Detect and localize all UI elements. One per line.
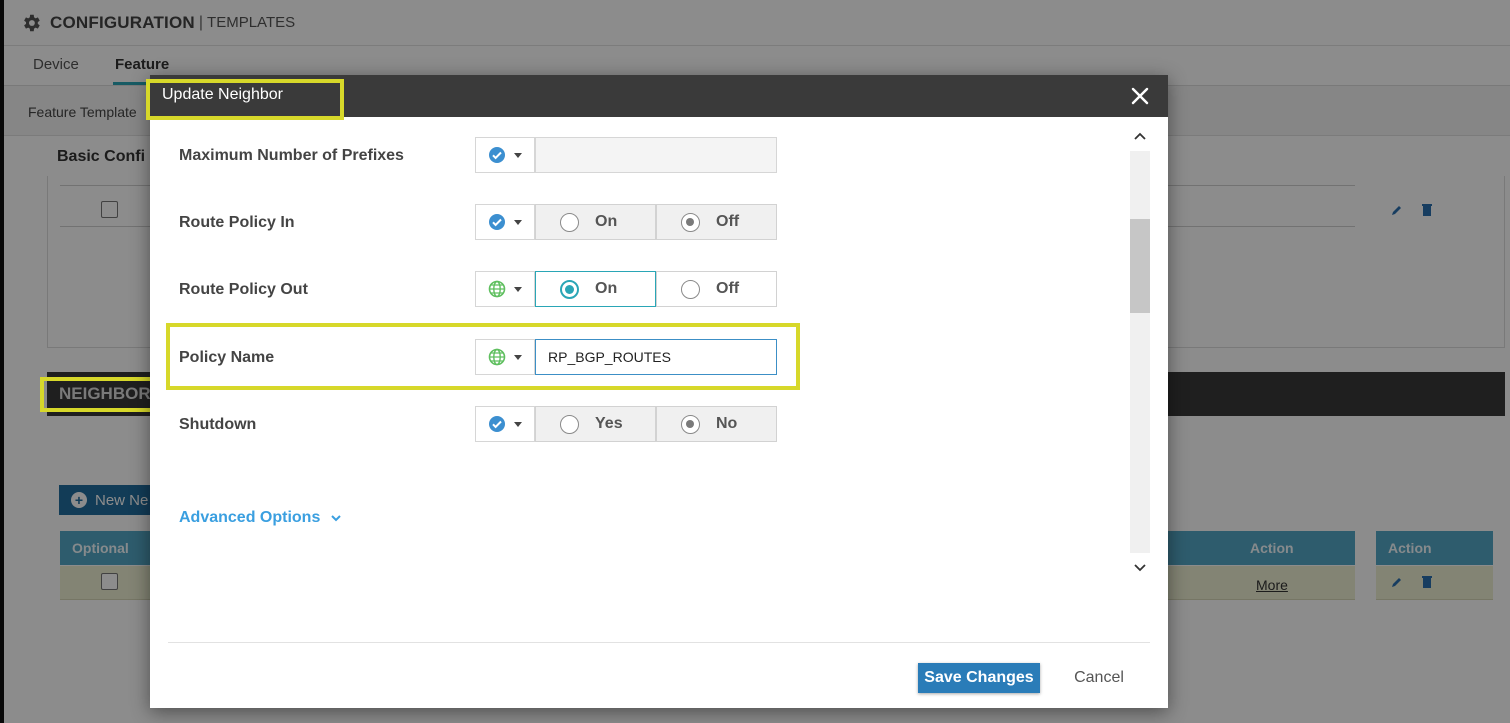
radio-icon <box>560 212 579 232</box>
radio-selected-icon <box>681 414 700 434</box>
field-label: Route Policy Out <box>179 281 308 298</box>
scope-dropdown[interactable] <box>475 406 535 442</box>
scope-dropdown[interactable] <box>475 204 535 240</box>
field-max-prefixes: Maximum Number of Prefixes <box>150 137 1110 173</box>
check-circle-icon <box>489 416 505 432</box>
advanced-options-label: Advanced Options <box>179 509 321 526</box>
check-circle-icon <box>489 147 505 163</box>
field-route-policy-in: Route Policy In On Off <box>150 204 1110 240</box>
check-circle-icon <box>489 214 505 230</box>
update-neighbor-dialog: Update Neighbor Maximum Number of Prefix… <box>150 75 1168 708</box>
highlight-policy-name-row <box>166 323 800 390</box>
chevron-down-icon <box>514 286 522 292</box>
save-changes-button[interactable]: Save Changes <box>918 663 1040 693</box>
field-label: Route Policy In <box>179 214 295 231</box>
scroll-rail[interactable] <box>1130 151 1150 553</box>
field-label: Maximum Number of Prefixes <box>179 147 404 164</box>
shutdown-yes[interactable]: Yes <box>535 406 656 442</box>
route-policy-out-off[interactable]: Off <box>656 271 777 307</box>
field-label: Shutdown <box>179 416 257 433</box>
close-icon[interactable] <box>1128 84 1152 108</box>
chevron-down-icon <box>514 152 522 158</box>
shutdown-no[interactable]: No <box>656 406 777 442</box>
radio-selected-icon <box>560 279 579 299</box>
chevron-up-icon[interactable] <box>1130 127 1150 145</box>
field-shutdown: Shutdown Yes No <box>150 406 1110 442</box>
cancel-button[interactable]: Cancel <box>1064 663 1134 693</box>
scope-dropdown[interactable] <box>475 137 535 173</box>
chevron-down-icon <box>514 421 522 427</box>
highlight-dialog-title <box>146 79 344 120</box>
route-policy-out-on[interactable]: On <box>535 271 656 307</box>
radio-icon <box>681 279 700 299</box>
route-policy-in-off[interactable]: Off <box>656 204 777 240</box>
radio-selected-icon <box>681 212 700 232</box>
advanced-options-toggle[interactable]: Advanced Options <box>179 509 342 527</box>
field-route-policy-out: Route Policy Out On Off <box>150 271 1110 307</box>
dialog-scrollbar[interactable] <box>1130 127 1150 579</box>
scope-dropdown[interactable] <box>475 271 535 307</box>
globe-icon <box>488 280 506 298</box>
route-policy-in-on[interactable]: On <box>535 204 656 240</box>
chevron-down-icon <box>331 515 342 522</box>
radio-icon <box>560 414 579 434</box>
max-prefixes-input[interactable] <box>535 137 777 173</box>
chevron-down-icon <box>514 219 522 225</box>
scroll-thumb[interactable] <box>1130 219 1150 313</box>
footer-divider <box>168 642 1150 643</box>
chevron-down-icon[interactable] <box>1130 559 1150 577</box>
